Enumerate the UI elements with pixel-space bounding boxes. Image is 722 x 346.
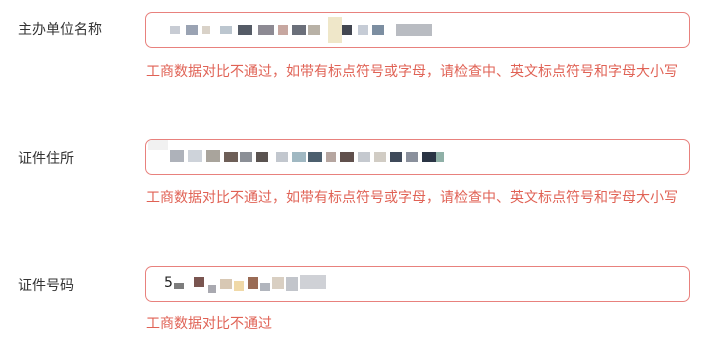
- org-name-error: 工商数据对比不通过，如带有标点符号或字母，请检查中、英文标点符号和字母大小写: [146, 64, 678, 80]
- redacted-value-mosaic: [146, 13, 689, 47]
- field-address-label: 证件住所: [18, 151, 74, 167]
- field-id-number-label: 证件号码: [18, 278, 74, 294]
- field-org-name-label: 主办单位名称: [18, 22, 102, 38]
- id-number-error: 工商数据对比不通过: [146, 316, 272, 332]
- redacted-value-mosaic: [146, 267, 689, 301]
- address-input[interactable]: [145, 139, 690, 175]
- redacted-value-mosaic: [146, 140, 689, 174]
- id-number-input[interactable]: 5: [145, 266, 690, 302]
- org-name-input[interactable]: [145, 12, 690, 48]
- address-error: 工商数据对比不通过，如带有标点符号或字母，请检查中、英文标点符号和字母大小写: [146, 190, 678, 206]
